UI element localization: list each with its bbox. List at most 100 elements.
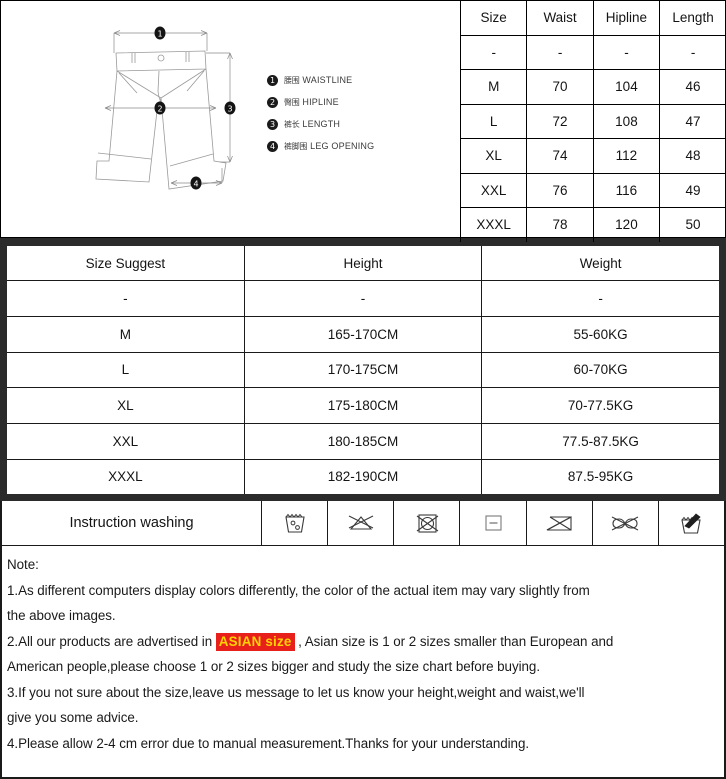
legend-label-en: LEG OPENING — [310, 141, 375, 151]
table-cell: 120 — [592, 207, 661, 242]
table-cell: XL — [459, 138, 528, 174]
table-row: XXXL 182-190CM 87.5-95KG — [7, 458, 719, 494]
legend-label-cn: 臀围 — [284, 97, 300, 107]
table-cell: - — [243, 280, 483, 317]
table-cell: 55-60KG — [481, 315, 719, 353]
table-cell: 70-77.5KG — [481, 387, 719, 425]
table-cell: M — [7, 315, 245, 353]
table-cell: 47 — [659, 103, 726, 139]
table-cell: - — [659, 34, 726, 70]
table-cell: 87.5-95KG — [481, 458, 719, 494]
table-cell: 72 — [526, 103, 594, 139]
table-row: XXL 76 116 49 — [459, 172, 726, 208]
legend-item: 2 臀围 HIPLINE — [267, 91, 447, 113]
table-cell: - — [459, 34, 528, 70]
washing-instruction-row: Instruction washing — [0, 501, 726, 546]
legend-badge-2: 2 — [267, 96, 278, 108]
washing-icon-cell — [460, 501, 527, 545]
table-row: XXL 180-185CM 77.5-87.5KG — [7, 423, 719, 460]
table-cell: 76 — [526, 172, 594, 208]
note-line-2b: , Asian size is 1 or 2 sizes smaller tha… — [298, 633, 614, 649]
hand-wash-icon — [681, 513, 702, 534]
table-row: L 170-175CM 60-70KG — [7, 351, 719, 389]
table-cell: 78 — [526, 207, 594, 242]
washing-icon-cell — [593, 501, 659, 545]
svg-text:3: 3 — [227, 104, 232, 113]
note-line-1b: the above images. — [7, 608, 116, 623]
table-cell: 48 — [659, 138, 726, 174]
legend-label-en: LENGTH — [302, 119, 341, 129]
size-suggest-container: Size Suggest Height Weight - - - M 165-1… — [0, 238, 726, 501]
table-cell: - — [7, 280, 245, 317]
table-cell: 77.5-87.5KG — [481, 423, 719, 460]
table-cell: XXL — [459, 172, 528, 208]
note-line-4: 4.Please allow 2-4 cm error due to manua… — [7, 735, 530, 751]
diagram-marker-4: 4 — [190, 176, 202, 190]
column-header: Height — [243, 246, 483, 282]
washing-icon-cell — [659, 501, 724, 545]
legend-item: 4 裤脚围 LEG OPENING — [267, 135, 447, 157]
table-cell: 182-190CM — [243, 458, 483, 494]
asian-size-highlight: ASIAN size — [215, 632, 295, 651]
note-line-3a: 3.If you not sure about the size,leave u… — [7, 684, 585, 700]
table-header-row: Size Suggest Height Weight — [7, 246, 719, 282]
table-cell: 108 — [592, 103, 661, 139]
diagram-marker-1: 1 — [154, 26, 166, 40]
legend-label-en: HIPLINE — [302, 97, 339, 107]
table-cell: XL — [7, 387, 245, 425]
table-row: - - - — [7, 280, 719, 317]
diagram-legend: 1 腰围 WAISTLINE 2 臀围 HIPLINE 3 裤长 LENGTH … — [267, 69, 447, 157]
table-cell: 70 — [526, 69, 594, 105]
table-cell: 60-70KG — [481, 351, 719, 389]
washing-icon-cell — [328, 501, 395, 545]
table-cell: XXL — [7, 423, 245, 460]
column-header: Size — [459, 1, 528, 36]
table-cell: XXXL — [7, 458, 245, 494]
table-row: XL 175-180CM 70-77.5KG — [7, 387, 719, 425]
table-cell: 170-175CM — [243, 351, 483, 389]
table-header-row: Size Waist Hipline Length — [459, 1, 726, 36]
table-cell: 49 — [659, 172, 726, 208]
column-header: Weight — [481, 246, 719, 282]
note-block: Note: 1.As different computers display c… — [0, 546, 726, 779]
table-row: L 72 108 47 — [459, 103, 726, 139]
do-not-bleach-icon — [546, 516, 572, 531]
size-table-container: Size Waist Hipline Length - - - - M 70 1… — [450, 0, 726, 242]
size-suggest-table: Size Suggest Height Weight - - - M 165-1… — [7, 246, 719, 494]
table-cell: - — [592, 34, 661, 70]
table-row: XL 74 112 48 — [459, 138, 726, 174]
table-cell: XXXL — [459, 207, 528, 242]
table-cell: 175-180CM — [243, 387, 483, 425]
legend-item: 3 裤长 LENGTH — [267, 113, 447, 135]
column-header: Hipline — [592, 1, 661, 36]
legend-badge-1: 1 — [267, 74, 278, 86]
table-cell: 116 — [592, 172, 661, 208]
svg-text:1: 1 — [157, 29, 162, 38]
machine-wash-icon — [284, 513, 305, 533]
table-row: M 70 104 46 — [459, 69, 726, 105]
column-header: Size Suggest — [7, 246, 245, 282]
diagram-marker-3: 3 — [224, 101, 236, 115]
note-title: Note: — [7, 557, 39, 572]
washing-icon-cell — [262, 501, 329, 545]
legend-badge-3: 3 — [267, 118, 278, 130]
svg-text:4: 4 — [193, 179, 198, 188]
diagram-marker-2: 2 — [154, 101, 166, 115]
note-line-1a: 1.As different computers display colors … — [7, 582, 590, 598]
legend-label-en: WAISTLINE — [302, 75, 353, 85]
column-header: Length — [659, 1, 726, 36]
size-table: Size Waist Hipline Length - - - - M 70 1… — [459, 1, 726, 242]
note-line-2c: American people,please choose 1 or 2 siz… — [7, 659, 540, 674]
table-row: XXXL 78 120 50 — [459, 207, 726, 242]
table-cell: L — [7, 351, 245, 389]
table-cell: L — [459, 103, 528, 139]
table-cell: 112 — [592, 138, 661, 174]
column-header: Waist — [526, 1, 594, 36]
washing-icon-cell — [527, 501, 593, 545]
table-cell: 104 — [592, 69, 661, 105]
washing-icon-cell — [394, 501, 461, 545]
top-section: 1 2 3 4 1 腰围 WAISTLINE 2 臀围 HIPLINE 3 裤长… — [0, 0, 726, 242]
table-cell: - — [481, 280, 719, 317]
table-cell: - — [526, 34, 594, 70]
do-not-tumble-dry-icon — [416, 514, 439, 533]
